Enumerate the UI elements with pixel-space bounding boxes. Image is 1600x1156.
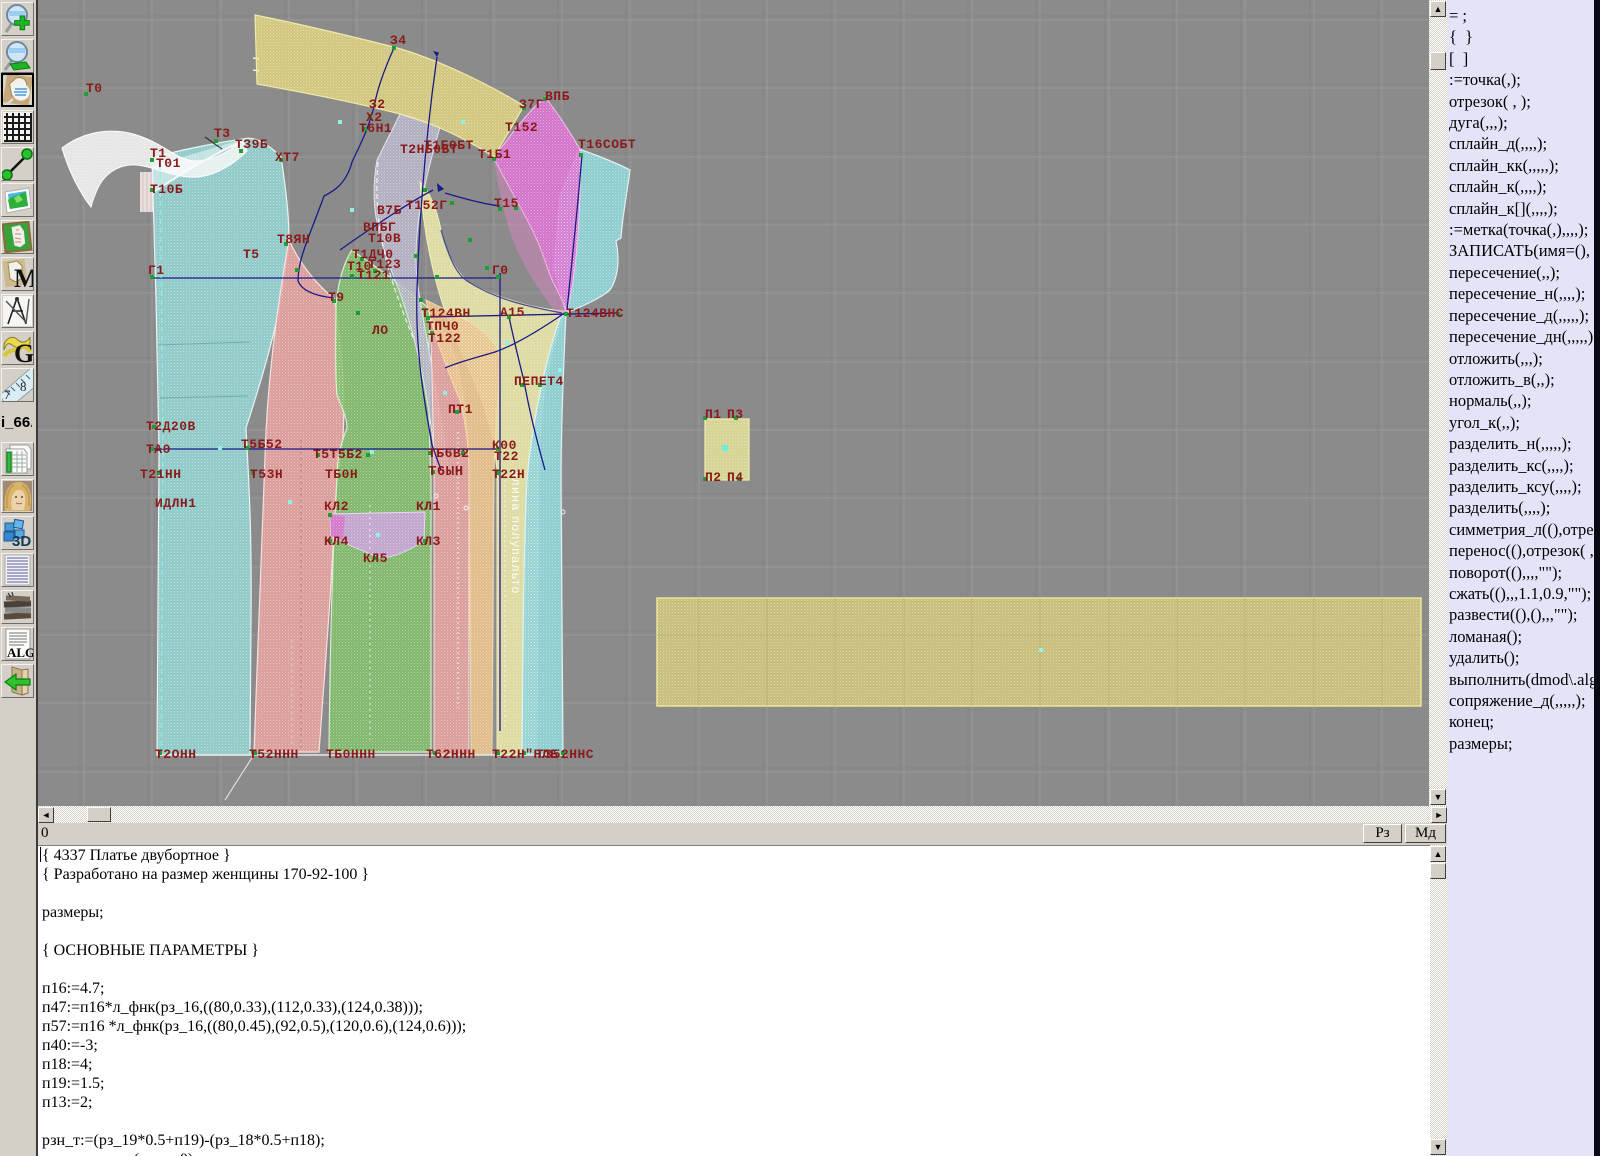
svg-text:Т122: Т122 <box>428 331 461 346</box>
svg-text:П1: П1 <box>705 407 722 422</box>
svg-text:ТБ6В2: ТБ6В2 <box>428 446 470 461</box>
svg-text:ЛО: ЛО <box>372 323 389 338</box>
svg-text:КЛ1: КЛ1 <box>416 499 441 514</box>
svg-text:длина полупальто: длина полупальто <box>509 470 523 595</box>
svg-text:ТБ0Н: ТБ0Н <box>325 467 358 482</box>
svg-text:Т2ОНН: Т2ОНН <box>155 747 197 762</box>
svg-text:Т10В: Т10В <box>368 231 401 246</box>
svg-text:Т124ВНС: Т124ВНС <box>566 306 624 321</box>
svg-text:Т01: Т01 <box>156 156 181 171</box>
svg-text:ПЕПЕТ4: ПЕПЕТ4 <box>514 374 564 389</box>
svg-text:Т5: Т5 <box>243 247 260 262</box>
svg-text:ВПБ: ВПБ <box>545 89 570 104</box>
svg-text:Т6ЫН: Т6ЫН <box>428 464 464 480</box>
svg-text:ПТ1: ПТ1 <box>448 402 473 417</box>
svg-text:П2: П2 <box>705 470 722 485</box>
svg-text:Т121: Т121 <box>357 268 390 283</box>
svg-text:Т62ННН: Т62ННН <box>426 747 476 762</box>
svg-text:7: 7 <box>4 387 11 401</box>
svg-text:Т1Б0БТ: Т1Б0БТ <box>424 138 474 153</box>
svg-text:ТБ0ННН: ТБ0ННН <box>326 747 376 762</box>
svg-text:Т2Д20В: Т2Д20В <box>146 419 196 434</box>
svg-text:Т9: Т9 <box>328 290 345 305</box>
svg-text:Т8ЯН: Т8ЯН <box>277 232 310 247</box>
svg-text:ТА0: ТА0 <box>146 442 171 457</box>
svg-text:З4: З4 <box>390 33 407 48</box>
svg-text:КЛ4: КЛ4 <box>324 534 349 549</box>
svg-text:Т6Н1: Т6Н1 <box>359 121 392 136</box>
svg-text:ИДЛН1: ИДЛН1 <box>155 496 197 511</box>
svg-text:ТЗ9Б: ТЗ9Б <box>235 137 268 152</box>
svg-text:Т152Г: Т152Г <box>406 198 448 213</box>
svg-text:Т16СОБТ: Т16СОБТ <box>578 137 636 152</box>
svg-text:Г1: Г1 <box>148 263 165 278</box>
svg-text:Т53Н: Т53Н <box>250 467 283 482</box>
svg-text:Т5Б52: Т5Б52 <box>241 437 283 452</box>
svg-text:КЛ2: КЛ2 <box>324 499 349 514</box>
svg-text:Т3: Т3 <box>214 126 231 141</box>
svg-text:КЛ3: КЛ3 <box>416 534 441 549</box>
svg-text:Т10Б: Т10Б <box>150 182 183 197</box>
svg-text:M: M <box>14 264 33 290</box>
svg-text:Т22: Т22 <box>494 449 519 464</box>
svg-text:Т152: Т152 <box>505 120 538 135</box>
svg-text:А15: А15 <box>500 305 525 320</box>
svg-text:8: 8 <box>20 379 27 394</box>
svg-text:Т21НН: Т21НН <box>140 467 182 482</box>
svg-text:В7Б: В7Б <box>377 203 402 218</box>
svg-text:З7Г: З7Г <box>519 97 544 112</box>
svg-text:П3: П3 <box>727 407 744 422</box>
svg-text:Г0: Г0 <box>492 263 509 278</box>
svg-text:i_66.: i_66. <box>1 414 32 431</box>
svg-text:3D: 3D <box>12 533 31 549</box>
svg-text:Т22Н: Т22Н <box>492 467 525 482</box>
svg-text:КЛ5: КЛ5 <box>363 551 388 566</box>
svg-text:G: G <box>14 339 33 364</box>
svg-text:Т15: Т15 <box>494 196 519 211</box>
svg-text:ALG: ALG <box>7 645 33 660</box>
svg-text:Т5Т5Б2: Т5Т5Б2 <box>313 447 363 462</box>
svg-text:Т1Б1: Т1Б1 <box>478 147 511 162</box>
svg-text:П4: П4 <box>727 470 744 485</box>
svg-text:Т52ННН: Т52ННН <box>249 747 299 762</box>
svg-text:ТЗ52ННС: ТЗ52ННС <box>536 747 594 762</box>
svg-text:Т0: Т0 <box>86 81 103 96</box>
svg-text:ХТ7: ХТ7 <box>275 150 300 165</box>
